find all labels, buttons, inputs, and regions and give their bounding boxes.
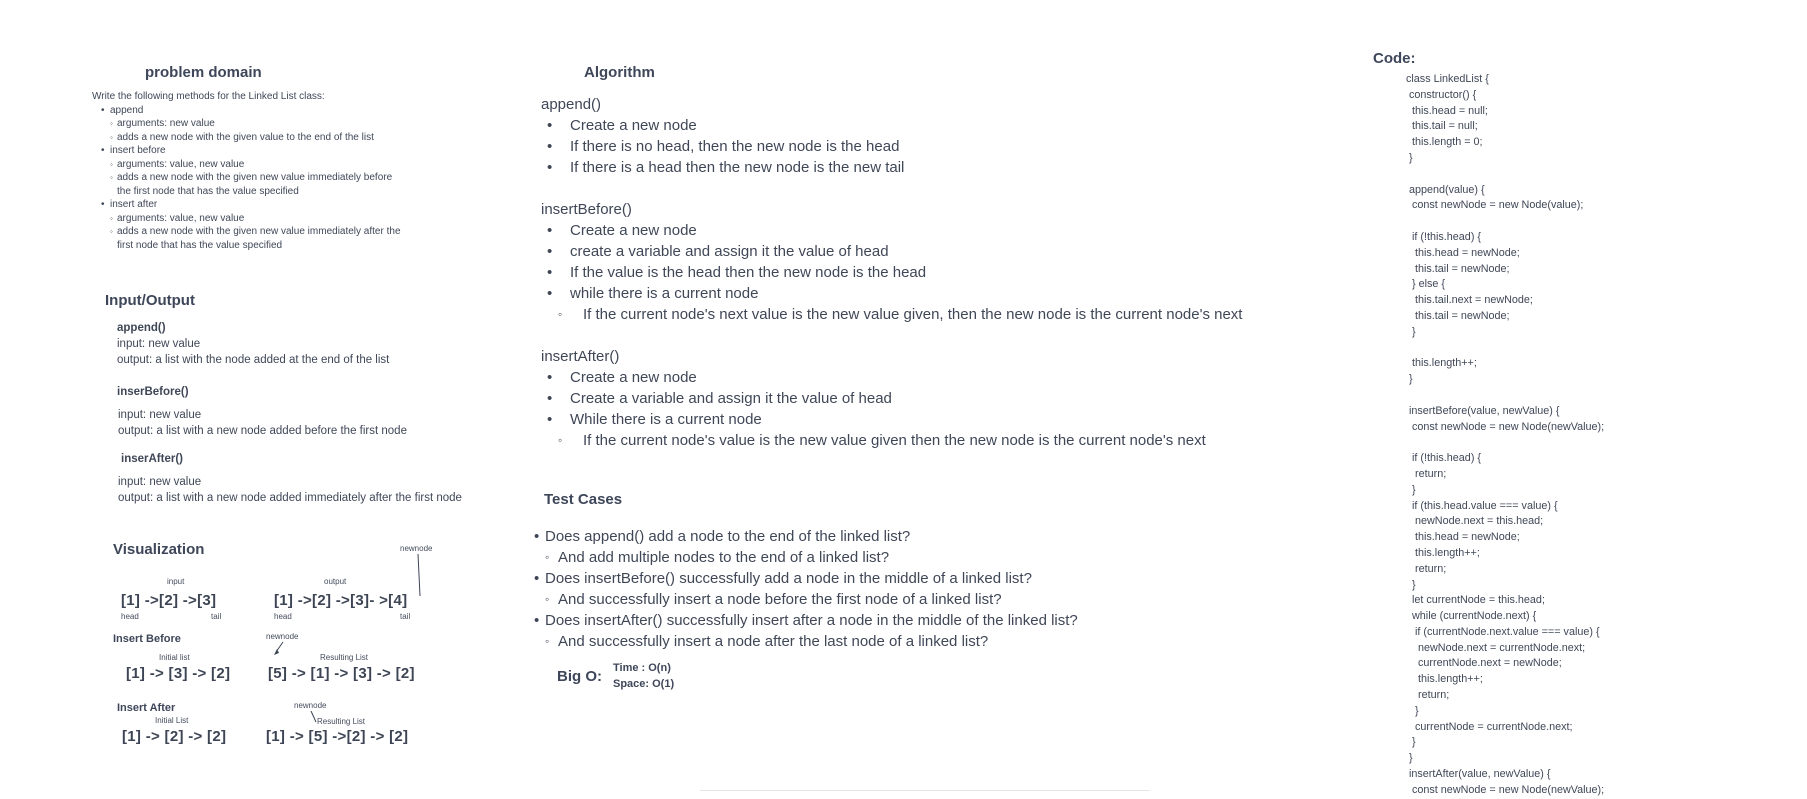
code-line: newNode.next = currentNode.next; — [1406, 641, 1586, 654]
algorithm-section-heading: append() — [541, 96, 602, 113]
algorithm-step: Create a variable and assign it the valu… — [541, 388, 1242, 409]
code-line: class LinkedList { — [1406, 73, 1489, 85]
test-case: Does insertBefore() successfully add a n… — [528, 568, 1078, 589]
big-o-label: Big O: — [557, 668, 602, 685]
test-cases-title: Test Cases — [544, 491, 623, 508]
test-case: Does append() add a node to the end of t… — [528, 526, 1078, 547]
code-block: class LinkedList { constructor() { this.… — [1406, 72, 1604, 799]
big-o-space: Space: O(1) — [613, 678, 675, 690]
code-line: this.tail = newNode; — [1406, 309, 1510, 322]
algorithm-section-heading: insertBefore() — [541, 201, 632, 218]
test-case-sub: And successfully insert a node after the… — [528, 631, 1078, 652]
insert-before-newnode-arrowhead — [274, 649, 279, 655]
algorithm-step: Create a new node — [541, 367, 1242, 388]
code-line: return; — [1406, 689, 1450, 702]
code-line: while (currentNode.next) { — [1406, 610, 1537, 623]
code-line: } else { — [1406, 278, 1446, 291]
code-line: this.length++; — [1406, 357, 1477, 370]
code-line: } — [1406, 483, 1416, 496]
code-line: insertAfter(value, newValue) { — [1406, 768, 1551, 781]
algorithm-step: create a variable and assign it the valu… — [541, 241, 1242, 262]
code-line: this.tail = null; — [1406, 120, 1478, 133]
big-o-time: Time : O(n) — [613, 662, 671, 674]
code-line: this.head = newNode; — [1406, 531, 1520, 544]
code-line: currentNode = currentNode.next; — [1406, 720, 1573, 733]
test-cases-list: Does append() add a node to the end of t… — [528, 526, 1078, 652]
code-line: if (currentNode.next.value === value) { — [1406, 625, 1600, 638]
code-line: return; — [1406, 562, 1447, 575]
code-line: const newNode = new Node(newValue); — [1406, 783, 1605, 796]
algorithm-step: If there is no head, then the new node i… — [541, 136, 1242, 157]
code-line: this.tail.next = newNode; — [1406, 294, 1533, 307]
code-line: constructor() { — [1406, 88, 1477, 101]
code-line: if (!this.head) { — [1406, 452, 1482, 465]
code-line: } — [1406, 325, 1416, 338]
code-line: } — [1406, 704, 1419, 717]
code-line: let currentNode = this.head; — [1406, 594, 1545, 607]
code-line: this.tail = newNode; — [1406, 262, 1510, 275]
algorithm-substep: If the current node's next value is the … — [541, 304, 1242, 325]
code-line: } — [1406, 373, 1413, 386]
algorithm-section-heading: insertAfter() — [541, 348, 620, 365]
algorithm-step: If the value is the head then the new no… — [541, 262, 1242, 283]
code-line: this.length++; — [1406, 546, 1480, 559]
algorithm-step: while there is a current node — [541, 283, 1242, 304]
code-line: const newNode = new Node(value); — [1406, 199, 1584, 212]
code-title: Code: — [1373, 50, 1416, 67]
code-line: } — [1406, 736, 1416, 749]
algorithm-step: Create a new node — [541, 115, 1242, 136]
code-line: newNode.next = this.head; — [1406, 515, 1544, 528]
code-line: return; — [1406, 467, 1447, 480]
test-case-sub: And add multiple nodes to the end of a l… — [528, 547, 1078, 568]
code-line: if (this.head.value === value) { — [1406, 499, 1558, 512]
code-line: } — [1406, 151, 1413, 164]
code-line: this.length = 0; — [1406, 136, 1483, 149]
code-line: insertBefore(value, newValue) { — [1406, 404, 1560, 417]
code-line: } — [1406, 752, 1413, 765]
algorithm-step: If there is a head then the new node is … — [541, 157, 1242, 178]
algorithm-step: While there is a current node — [541, 409, 1242, 430]
test-case-sub: And successfully insert a node before th… — [528, 589, 1078, 610]
append-newnode-arrow — [417, 553, 421, 597]
code-line: currentNode.next = newNode; — [1406, 657, 1562, 670]
insert-after-newnode-arrow — [310, 710, 317, 723]
algorithm-title: Algorithm — [584, 64, 655, 81]
code-line: if (!this.head) { — [1406, 230, 1482, 243]
code-line: this.head = newNode; — [1406, 246, 1520, 259]
code-line: append(value) { — [1406, 183, 1485, 196]
algorithm-body: append() Create a new node If there is n… — [541, 94, 1242, 451]
code-line: this.head = null; — [1406, 104, 1488, 117]
code-line: this.length++; — [1406, 673, 1483, 686]
algorithm-substep: If the current node's value is the new v… — [541, 430, 1242, 451]
code-line: const newNode = new Node(newValue); — [1406, 420, 1605, 433]
algorithm-step: Create a new node — [541, 220, 1242, 241]
code-line: } — [1406, 578, 1416, 591]
test-case: Does insertAfter() successfully insert a… — [528, 610, 1078, 631]
